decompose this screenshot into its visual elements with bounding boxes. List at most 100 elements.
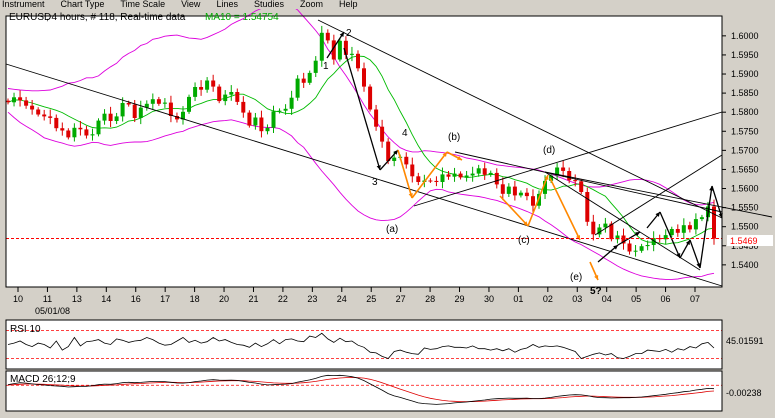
candle-body xyxy=(156,99,161,104)
candle-body xyxy=(150,99,155,104)
candle-body xyxy=(693,219,698,230)
time-tick-label: 10 xyxy=(13,294,23,304)
time-tick-label: 01 xyxy=(513,294,523,304)
candle-body xyxy=(277,110,282,112)
candle-body xyxy=(325,32,330,41)
menu-chart-type[interactable]: Chart Type xyxy=(59,0,105,9)
candle-body xyxy=(591,221,596,235)
candle-body xyxy=(6,100,10,103)
time-tick-label: 11 xyxy=(43,294,52,304)
price-tick-label: 1.5600 xyxy=(731,184,759,194)
time-tick-label: 05 xyxy=(631,294,641,304)
price-tick-label: 1.5750 xyxy=(731,126,759,136)
candle-body xyxy=(253,117,258,126)
menu-view[interactable]: View xyxy=(179,0,200,9)
candle-body xyxy=(84,129,89,136)
menu-bar: Instrument Chart Type Time Scale View Lines S… xyxy=(0,0,775,9)
candle-body xyxy=(138,107,143,118)
price-tick-label: 1.5500 xyxy=(731,222,759,232)
candle-body xyxy=(72,127,77,138)
candle-body xyxy=(531,196,535,206)
candle-body xyxy=(392,157,397,161)
price-axis: 1.6000 1.5950 1.5900 1.5850 1.5800 1.5750 1.57… xyxy=(722,31,759,270)
menu-zoom[interactable]: Zoom xyxy=(298,0,323,9)
wave-label-3: 3 xyxy=(372,177,378,188)
candle-body xyxy=(120,103,125,117)
candle-body xyxy=(295,78,300,98)
candle-body xyxy=(687,225,692,230)
candle-body xyxy=(374,109,379,127)
macd-label: MACD 26;12;9 xyxy=(10,374,76,385)
candle-body xyxy=(114,116,119,121)
menu-help[interactable]: Help xyxy=(337,0,358,9)
candle-body xyxy=(36,109,41,115)
candle-body xyxy=(66,130,71,138)
candle xyxy=(295,75,300,101)
wave-label-5: 5? xyxy=(590,286,602,297)
candle-body xyxy=(241,101,246,113)
candle xyxy=(368,84,373,112)
candle-body xyxy=(669,229,674,236)
candle-body xyxy=(645,245,650,247)
menu-lines[interactable]: Lines xyxy=(214,0,238,9)
rsi-panel[interactable] xyxy=(6,320,722,369)
candle-body xyxy=(337,40,342,60)
time-tick-label: 29 xyxy=(455,294,465,304)
candle-body xyxy=(386,141,391,162)
chart-params-label: , 4 hours, # 118, Real-time data xyxy=(46,12,186,23)
candle xyxy=(585,187,590,226)
candle-body xyxy=(205,80,210,90)
candle-body xyxy=(313,60,318,73)
candle-body xyxy=(506,186,511,194)
time-tick-label: 25 xyxy=(366,294,376,304)
candle-body xyxy=(500,184,505,194)
candle-body xyxy=(573,180,578,182)
rsi-value: 45.01591 xyxy=(726,336,764,346)
price-tick-label: 1.5400 xyxy=(731,260,759,270)
time-tick-label: 30 xyxy=(484,294,494,304)
wave-label-a: (a) xyxy=(386,224,398,235)
chart-area[interactable]: 1.6000 1.5950 1.5900 1.5850 1.5800 1.5750 1.57… xyxy=(0,9,775,418)
candle-body xyxy=(54,117,59,129)
candle-body xyxy=(229,92,234,95)
candle-body xyxy=(639,246,644,251)
candle-body xyxy=(265,127,270,132)
candle-body xyxy=(416,176,421,182)
menu-studies[interactable]: Studies xyxy=(252,0,284,9)
time-tick-label: 14 xyxy=(101,294,111,304)
price-tick-label: 1.5550 xyxy=(731,203,759,213)
candle-body xyxy=(30,105,35,110)
menu-instrument[interactable]: Instrument xyxy=(0,0,45,9)
price-tick-label: 1.5650 xyxy=(731,164,759,174)
candle xyxy=(247,110,252,128)
candle-body xyxy=(18,97,23,101)
candle-body xyxy=(410,164,415,177)
price-tick-label: 1.5900 xyxy=(731,69,759,79)
time-tick-label: 13 xyxy=(72,294,82,304)
candle xyxy=(187,94,191,114)
wave-label-1: 1 xyxy=(323,61,329,72)
candle-body xyxy=(42,114,47,117)
candle-body xyxy=(446,174,451,177)
macd-panel[interactable] xyxy=(6,371,722,411)
wave-label-b: (b) xyxy=(448,132,460,143)
candle-body xyxy=(199,87,204,90)
candle-body xyxy=(675,229,680,233)
menu-time-scale[interactable]: Time Scale xyxy=(118,0,165,9)
wave-label-c: (c) xyxy=(518,235,530,246)
candle-body xyxy=(90,134,95,136)
candle-body xyxy=(78,127,83,130)
candle xyxy=(217,84,222,104)
wave-label-2: 2 xyxy=(346,28,352,39)
time-tick-label: 27 xyxy=(396,294,406,304)
symbol-label: EURUSD xyxy=(9,12,51,23)
candle-body xyxy=(108,113,113,121)
candle-body xyxy=(96,120,101,135)
candle-body xyxy=(712,206,716,239)
candle-body xyxy=(362,68,366,87)
wave-label-e: (e) xyxy=(570,272,582,283)
candle-body xyxy=(349,53,354,55)
candle-body xyxy=(464,175,469,178)
candle-body xyxy=(428,180,433,182)
candle xyxy=(96,118,101,137)
